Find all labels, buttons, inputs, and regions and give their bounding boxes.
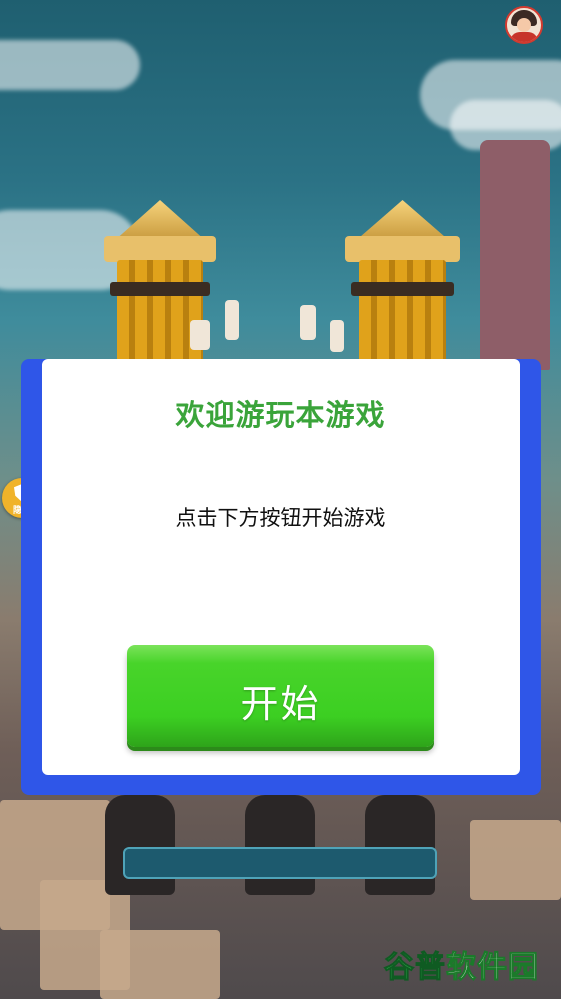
watermark-suffix: 软件园	[446, 950, 539, 986]
crowd-figure	[300, 305, 316, 340]
right-tower	[345, 200, 460, 370]
ground-block	[100, 930, 220, 999]
dialog-title: 欢迎游玩本游戏	[175, 398, 386, 432]
crowd-figure	[330, 320, 344, 352]
watermark-prefix: 谷普	[384, 950, 446, 986]
cloud	[0, 40, 140, 90]
character-silhouette	[105, 795, 175, 895]
rock-pillar	[480, 140, 550, 370]
progress-bar	[123, 847, 437, 879]
watermark-logo: 谷普软件园	[384, 938, 552, 986]
watermark-text: 谷普软件园	[384, 942, 539, 986]
character-silhouette	[365, 795, 435, 895]
crowd-figure	[190, 320, 210, 350]
crowd-figure	[225, 300, 239, 340]
start-button[interactable]: 开始	[127, 645, 434, 747]
dialog-message: 点击下方按钮开始游戏	[175, 506, 386, 530]
customer-service-avatar-icon[interactable]	[505, 6, 543, 44]
ground-block	[470, 820, 561, 900]
start-button-label: 开始	[240, 682, 321, 726]
character-silhouette	[245, 795, 315, 895]
